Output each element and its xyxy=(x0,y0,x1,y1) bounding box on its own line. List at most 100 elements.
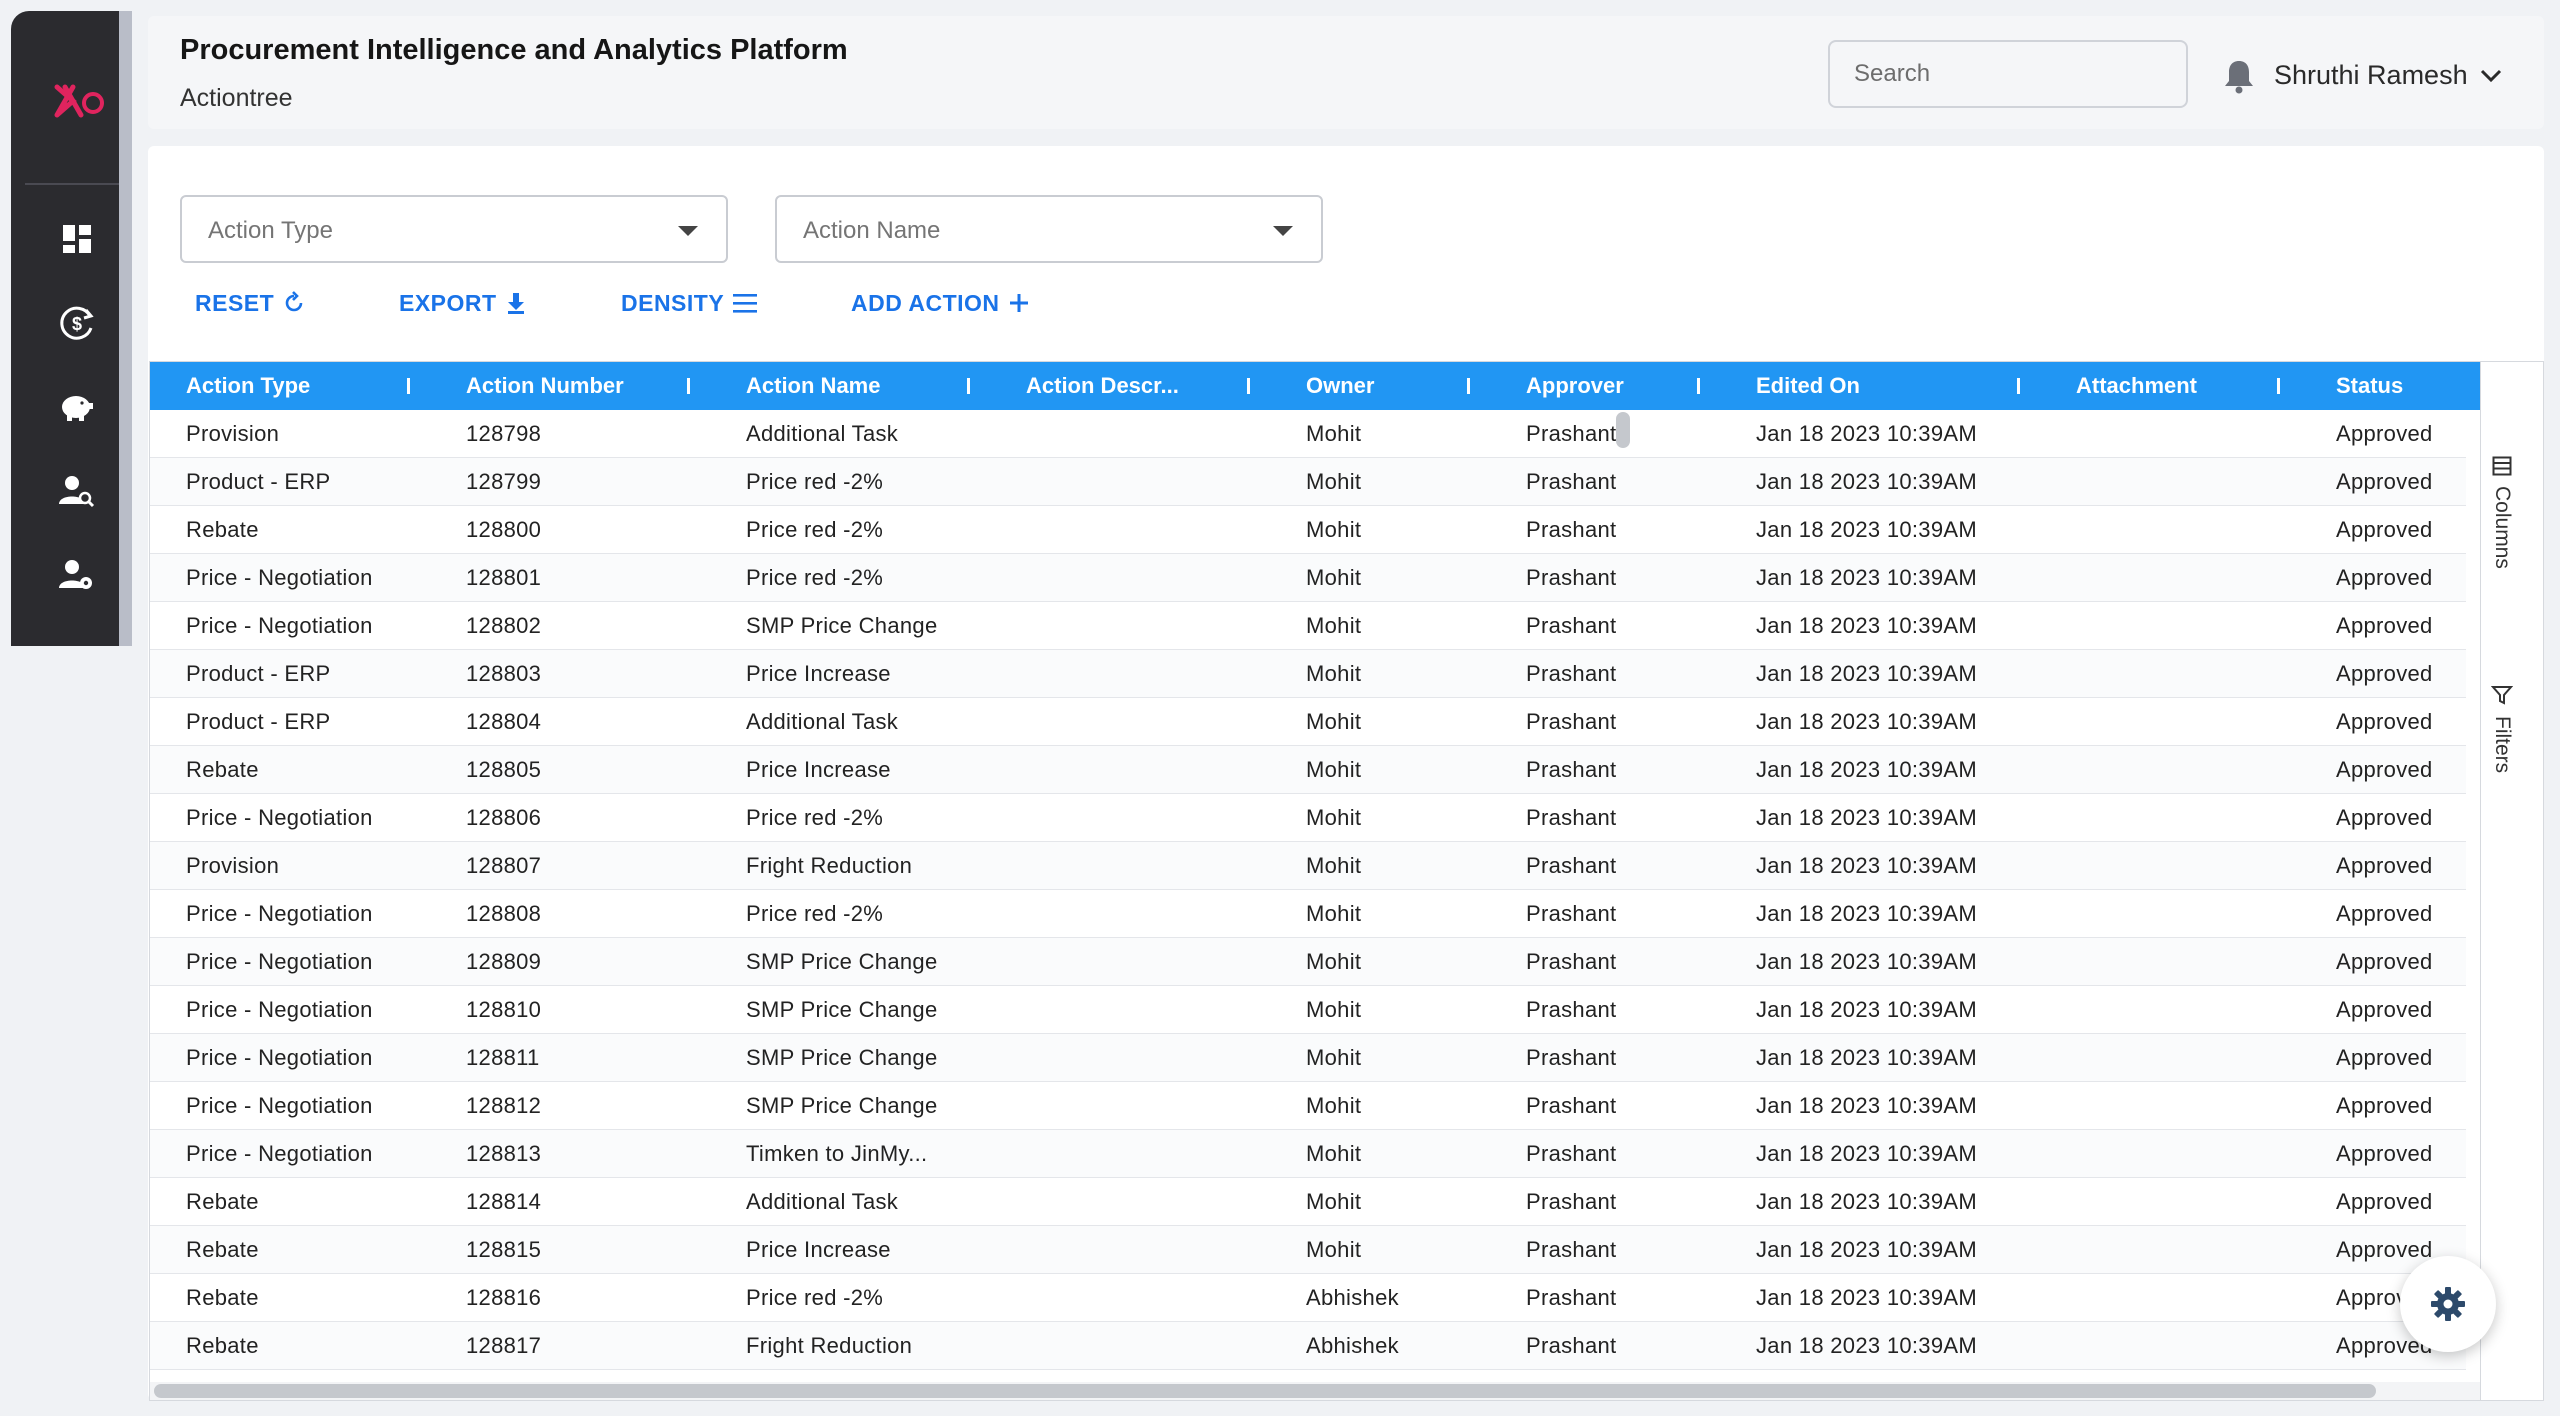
table-row[interactable]: Product - ERP 128803 Price Increase Mohit Pr… xyxy=(150,650,2466,698)
cell-action-description xyxy=(990,746,1270,794)
piggy-bank-icon[interactable] xyxy=(57,387,97,427)
column-header-owner[interactable]: Owner xyxy=(1270,362,1490,410)
cell-edited-on: Jan 18 2023 10:39AM xyxy=(1756,421,1977,446)
table-row[interactable]: Rebate 128817 Fright Reduction Abhishek Pras… xyxy=(150,1322,2466,1370)
cell-status: Approved xyxy=(2336,1189,2433,1214)
table-row[interactable]: Price - Negotiation 128806 Price red -2% Mo… xyxy=(150,794,2466,842)
column-header-action-number[interactable]: Action Number xyxy=(430,362,710,410)
grid-header: Action Type Action Number Action Name Ac… xyxy=(150,362,2480,410)
bell-icon[interactable] xyxy=(2222,58,2256,94)
column-resize-handle[interactable] xyxy=(2017,378,2020,394)
table-row[interactable]: Rebate 128800 Price red -2% Mohit Prashant Ja… xyxy=(150,506,2466,554)
column-header-attachment[interactable]: Attachment xyxy=(2040,362,2300,410)
cell-edited-on: Jan 18 2023 10:39AM xyxy=(1756,469,1977,494)
column-header-edited-on[interactable]: Edited On xyxy=(1720,362,2040,410)
cell-status: Approved xyxy=(2336,901,2433,926)
refresh-icon xyxy=(285,291,303,312)
column-header-approver[interactable]: Approver xyxy=(1490,362,1720,410)
caret-down-icon xyxy=(1273,226,1293,236)
cell-attachment xyxy=(2040,1322,2300,1370)
cell-action-type: Price - Negotiation xyxy=(186,901,373,926)
cell-owner: Mohit xyxy=(1306,565,1362,590)
table-row[interactable]: Price - Negotiation 128813 Timken to JinMy… xyxy=(150,1130,2466,1178)
add-action-button[interactable]: ADD ACTION xyxy=(851,288,1030,318)
table-row[interactable]: Price - Negotiation 128811 SMP Price Chang… xyxy=(150,1034,2466,1082)
column-header-action-name[interactable]: Action Name xyxy=(710,362,990,410)
column-resize-handle[interactable] xyxy=(967,378,970,394)
cell-attachment xyxy=(2040,554,2300,602)
dollar-cycle-icon[interactable]: $ xyxy=(57,303,97,343)
column-resize-handle[interactable] xyxy=(687,378,690,394)
column-header-action-description[interactable]: Action Descr... xyxy=(990,362,1270,410)
action-name-select[interactable]: Action Name xyxy=(775,195,1323,263)
filters-tab[interactable]: Filters xyxy=(2490,684,2514,773)
cell-action-number: 128805 xyxy=(466,757,542,782)
cell-status: Approved xyxy=(2336,613,2433,638)
page-title: Procurement Intelligence and Analytics P… xyxy=(180,34,848,66)
cell-action-number: 128802 xyxy=(466,613,542,638)
column-resize-handle[interactable] xyxy=(407,378,410,394)
table-row[interactable]: Provision 128798 Additional Task Mohit Prash… xyxy=(150,410,2466,458)
column-resize-handle[interactable] xyxy=(1247,378,1250,394)
actions-grid: Action Type Action Number Action Name Ac… xyxy=(149,361,2481,1401)
column-resize-handle[interactable] xyxy=(1467,378,1470,394)
column-header-action-type[interactable]: Action Type xyxy=(150,362,430,410)
table-row[interactable]: Price - Negotiation 128809 SMP Price Chang… xyxy=(150,938,2466,986)
cell-approver: Prashant xyxy=(1526,517,1617,542)
horizontal-scrollbar[interactable] xyxy=(154,1384,2376,1398)
user-search-icon[interactable] xyxy=(57,471,97,511)
vertical-scrollbar[interactable] xyxy=(1616,412,1630,448)
column-resize-handle[interactable] xyxy=(1697,378,1700,394)
table-row[interactable]: Provision 128807 Fright Reduction Mohit Pras… xyxy=(150,842,2466,890)
cell-edited-on: Jan 18 2023 10:39AM xyxy=(1756,1333,1977,1358)
cell-action-type: Rebate xyxy=(186,1237,259,1262)
settings-button[interactable] xyxy=(2400,1256,2496,1352)
cell-action-type: Provision xyxy=(186,853,280,878)
cell-edited-on: Jan 18 2023 10:39AM xyxy=(1756,901,1977,926)
export-button[interactable]: EXPORT xyxy=(399,288,527,318)
table-row[interactable]: Rebate 128816 Price red -2% Abhishek Prashan… xyxy=(150,1274,2466,1322)
cell-action-description xyxy=(990,1130,1270,1178)
cell-edited-on: Jan 18 2023 10:39AM xyxy=(1756,1093,1977,1118)
table-row[interactable]: Rebate 128815 Price Increase Mohit Prashant J… xyxy=(150,1226,2466,1274)
action-type-select[interactable]: Action Type xyxy=(180,195,728,263)
cell-approver: Prashant xyxy=(1526,1189,1617,1214)
table-row[interactable]: Price - Negotiation 128801 Price red -2% Mo… xyxy=(150,554,2466,602)
density-label: DENSITY xyxy=(621,289,725,316)
filter-icon xyxy=(2491,686,2513,705)
cell-status: Approved xyxy=(2336,1093,2433,1118)
cell-owner: Mohit xyxy=(1306,517,1362,542)
table-row[interactable]: Rebate 128814 Additional Task Mohit Prashant… xyxy=(150,1178,2466,1226)
cell-action-description xyxy=(990,602,1270,650)
table-row[interactable]: Product - ERP 128804 Additional Task Mohit P… xyxy=(150,698,2466,746)
density-button[interactable]: DENSITY xyxy=(621,288,758,318)
table-row[interactable]: Rebate 128805 Price Increase Mohit Prashant J… xyxy=(150,746,2466,794)
cell-edited-on: Jan 18 2023 10:39AM xyxy=(1756,1237,1977,1262)
dashboard-icon[interactable] xyxy=(57,219,97,259)
reset-button[interactable]: RESET xyxy=(195,288,306,318)
table-row[interactable]: Price - Negotiation 128802 SMP Price Chang… xyxy=(150,602,2466,650)
table-row[interactable]: Price - Negotiation 128810 SMP Price Chang… xyxy=(150,986,2466,1034)
cell-attachment xyxy=(2040,842,2300,890)
cell-approver: Prashant xyxy=(1526,1285,1617,1310)
cell-owner: Mohit xyxy=(1306,1237,1362,1262)
column-header-status[interactable]: Status xyxy=(2300,362,2480,410)
columns-tab[interactable]: Columns xyxy=(2490,456,2514,569)
table-row[interactable]: Price - Negotiation 128812 SMP Price Chang… xyxy=(150,1082,2466,1130)
user-menu[interactable]: Shruthi Ramesh xyxy=(2274,60,2502,91)
cell-owner: Mohit xyxy=(1306,421,1362,446)
cell-action-description xyxy=(990,1034,1270,1082)
reset-label: RESET xyxy=(195,289,275,316)
cell-action-type: Product - ERP xyxy=(186,709,331,734)
column-resize-handle[interactable] xyxy=(2277,378,2280,394)
cell-action-description xyxy=(990,1178,1270,1226)
user-settings-icon[interactable] xyxy=(57,555,97,595)
search-input[interactable] xyxy=(1828,40,2188,108)
cell-approver: Prashant xyxy=(1526,661,1617,686)
cell-attachment xyxy=(2040,458,2300,506)
table-row[interactable]: Price - Negotiation 128808 Price red -2% Mo… xyxy=(150,890,2466,938)
cell-action-name: Additional Task xyxy=(746,421,899,446)
cell-owner: Mohit xyxy=(1306,757,1362,782)
add-action-label: ADD ACTION xyxy=(851,289,1000,316)
table-row[interactable]: Product - ERP 128799 Price red -2% Mohit Pra… xyxy=(150,458,2466,506)
